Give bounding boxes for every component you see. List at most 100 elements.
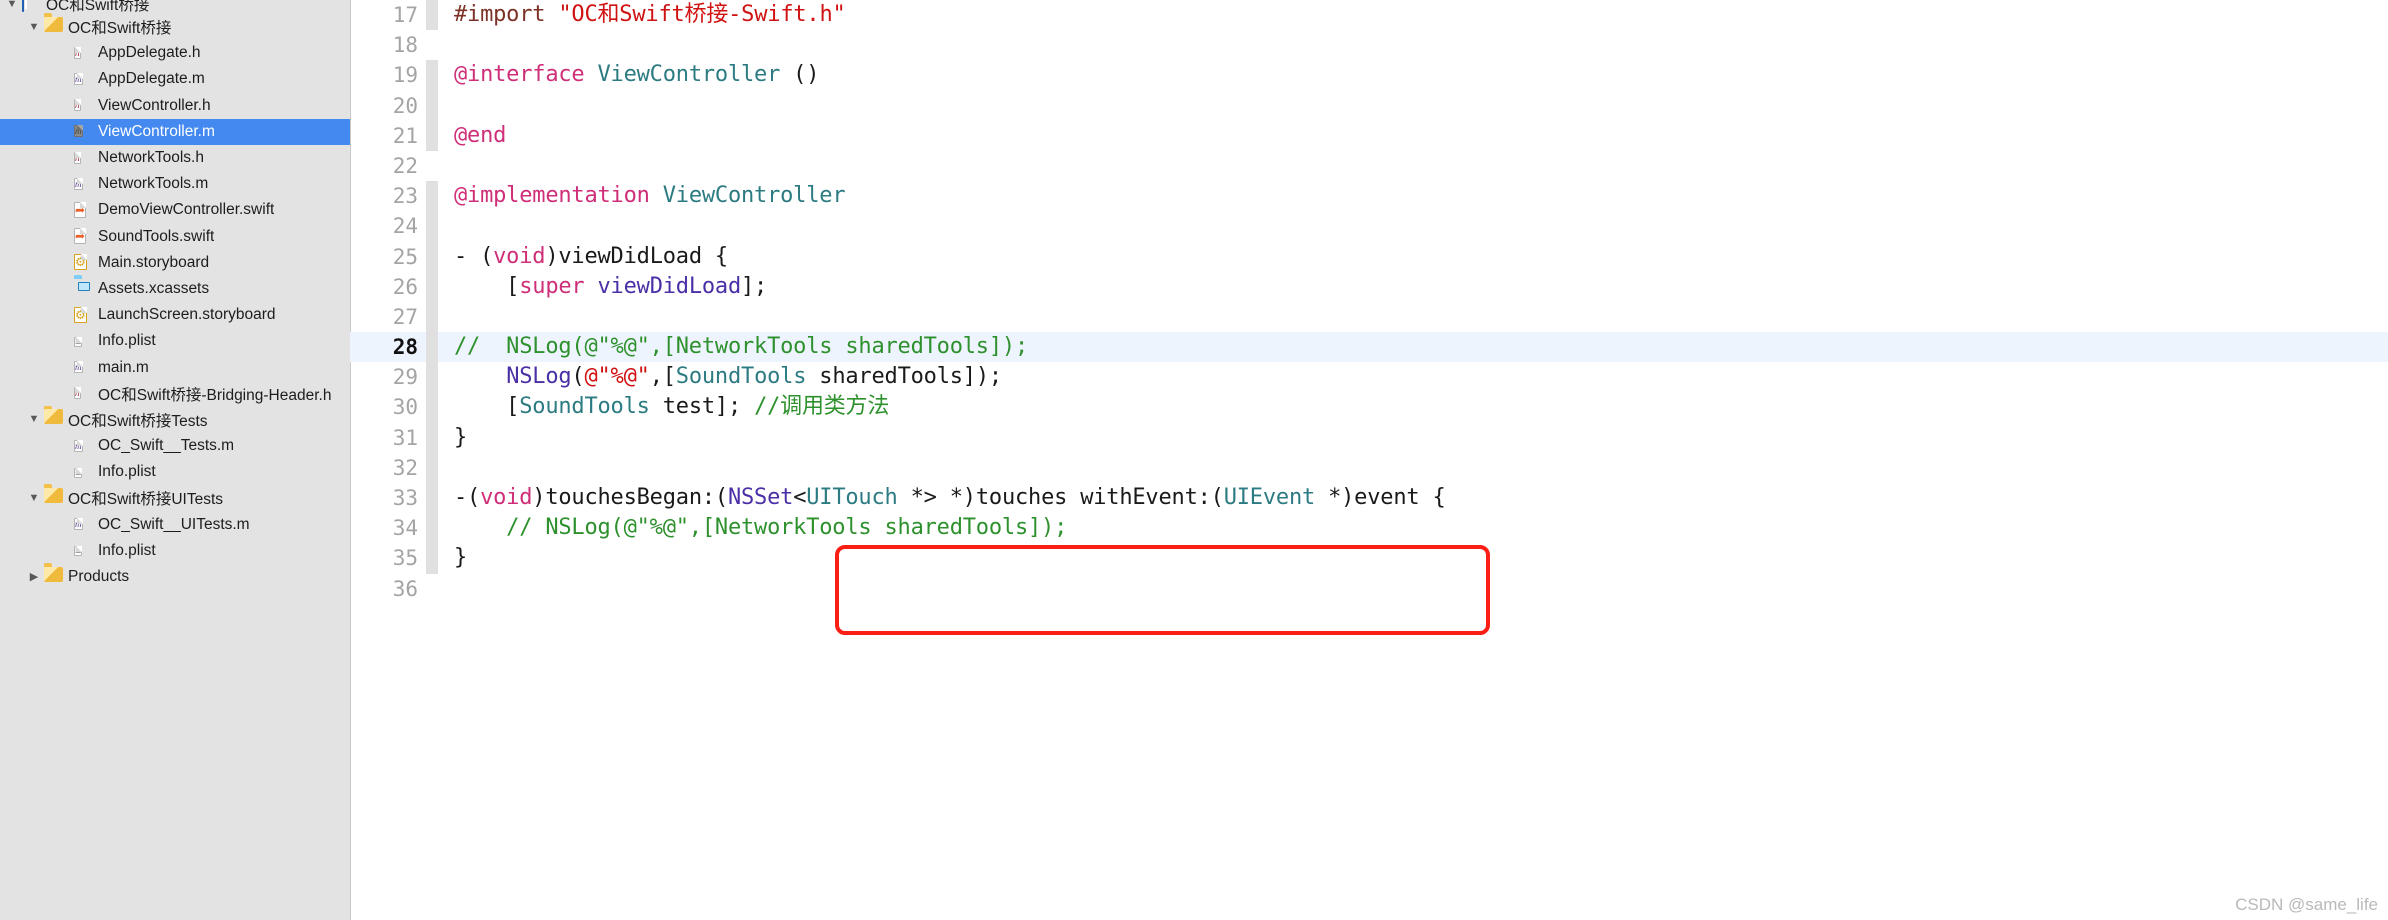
sidebar-item-ocswift-0[interactable]: ▼ OC和Swift桥接 [0, 0, 350, 14]
sidebar-item-viewcontroller.h-4[interactable]: h ViewController.h [0, 93, 350, 119]
code-fold-ribbon[interactable] [426, 422, 438, 453]
token-plain: [ [454, 394, 520, 420]
sidebar-item-label: AppDelegate.h [98, 44, 201, 62]
code-fold-ribbon[interactable] [426, 543, 438, 574]
sidebar-item-oc_swift__uitests.m-20[interactable]: m OC_Swift__UITests.m [0, 512, 350, 538]
code-fold-ribbon[interactable] [426, 301, 438, 333]
sidebar-item-ocswift-bridging-header.h-15[interactable]: h OC和Swift桥接-Bridging-Header.h [0, 381, 350, 407]
sidebar-item-products-22[interactable]: ▶ Products [0, 564, 350, 590]
sidebar-item-networktools.h-6[interactable]: h NetworkTools.h [0, 145, 350, 171]
token-str: @"%@" [584, 364, 650, 390]
project-navigator-sidebar[interactable]: ▼ OC和Swift桥接 ▼ OC和Swift桥接 h AppDelegate.h m App… [0, 0, 350, 920]
code-fold-ribbon[interactable] [426, 241, 438, 272]
code-fold-ribbon[interactable] [426, 513, 438, 544]
code-line-36[interactable]: 36 [350, 574, 2388, 604]
code-line-32[interactable]: 32 [350, 452, 2388, 483]
code-line-34[interactable]: 34 // NSLog(@"%@",[NetworkTools sharedTo… [350, 513, 2388, 544]
sidebar-item-info.plist-21[interactable]: ☰ Info.plist [0, 538, 350, 564]
code-fold-ribbon[interactable] [426, 362, 438, 393]
code-line-30[interactable]: 30 [SoundTools test]; //调用类方法 [350, 392, 2388, 423]
token-kw: super [519, 273, 585, 299]
code-fold-ribbon[interactable] [426, 60, 438, 91]
code-line-20[interactable]: 20 [350, 90, 2388, 121]
sidebar-item-ocswiftuitests-19[interactable]: ▼ OC和Swift桥接UITests [0, 485, 350, 511]
code-text[interactable]: @interface ViewController () [438, 60, 2388, 90]
code-editor[interactable]: 17 #import "OC和Swift桥接-Swift.h" 18 19 @inter… [350, 0, 2388, 920]
code-lines-container[interactable]: 17 #import "OC和Swift桥接-Swift.h" 18 19 @inter… [350, 0, 2388, 604]
sidebar-item-assets.xcassets-11[interactable]: Assets.xcassets [0, 276, 350, 302]
code-line-28[interactable]: 28 // NSLog(@"%@",[NetworkTools sharedToo… [350, 332, 2388, 363]
sidebar-item-main.storyboard-10[interactable]: ⚙ Main.storyboard [0, 250, 350, 276]
folder-icon [44, 567, 61, 588]
code-line-26[interactable]: 26 [super viewDidLoad]; [350, 271, 2388, 302]
code-line-31[interactable]: 31} [350, 422, 2388, 453]
code-text[interactable]: @implementation ViewController [438, 181, 2388, 211]
disclosure-triangle-open-icon[interactable]: ▼ [2, 0, 22, 10]
code-line-18[interactable]: 18 [350, 30, 2388, 60]
code-text[interactable]: [super viewDidLoad]; [438, 272, 2388, 302]
code-text[interactable]: - (void)viewDidLoad { [438, 242, 2388, 272]
code-text[interactable]: // NSLog(@"%@",[NetworkTools sharedTools… [438, 513, 2388, 543]
code-text[interactable]: -(void)touchesBegan:(NSSet<UITouch *> *)… [438, 483, 2388, 513]
disclosure-triangle-open-icon[interactable]: ▼ [24, 492, 44, 504]
token-plain: - ( [454, 243, 494, 269]
code-fold-ribbon[interactable] [426, 90, 438, 121]
code-fold-ribbon[interactable] [426, 574, 438, 604]
code-line-33[interactable]: 33 -(void)touchesBegan:(NSSet<UITouch *> … [350, 483, 2388, 514]
token-plain: sharedTools]); [806, 364, 1002, 390]
line-number: 29 [392, 365, 418, 390]
code-fold-ribbon[interactable] [426, 483, 438, 514]
code-fold-ribbon[interactable] [426, 452, 438, 483]
code-fold-ribbon[interactable] [426, 332, 438, 363]
sidebar-item-appdelegate.m-3[interactable]: m AppDelegate.m [0, 66, 350, 92]
sidebar-item-networktools.m-7[interactable]: m NetworkTools.m [0, 171, 350, 197]
code-line-23[interactable]: 23 @implementation ViewController [350, 181, 2388, 212]
code-line-19[interactable]: 19 @interface ViewController () [350, 60, 2388, 91]
sidebar-item-label: OC和Swift桥接 [46, 0, 150, 14]
token-plain: )viewDidLoad { [545, 243, 728, 269]
token-pre: #import [454, 2, 559, 27]
project-file-tree[interactable]: ▼ OC和Swift桥接 ▼ OC和Swift桥接 h AppDelegate.h m App… [0, 0, 350, 590]
code-text[interactable]: NSLog(@"%@",[SoundTools sharedTools]); [438, 362, 2388, 392]
sidebar-item-main.m-14[interactable]: m main.m [0, 354, 350, 380]
code-text[interactable]: // NSLog(@"%@",[NetworkTools sharedTools… [438, 332, 2388, 362]
code-line-35[interactable]: 35} [350, 543, 2388, 574]
sidebar-item-label: OC_Swift__Tests.m [98, 437, 235, 455]
code-fold-ribbon[interactable] [426, 0, 438, 31]
code-fold-ribbon[interactable] [426, 211, 438, 242]
disclosure-triangle-open-icon[interactable]: ▼ [24, 21, 44, 33]
token-type: UITouch [806, 485, 898, 510]
line-number: 28 [392, 335, 418, 360]
code-fold-ribbon[interactable] [426, 271, 438, 302]
code-line-29[interactable]: 29 NSLog(@"%@",[SoundTools sharedTools])… [350, 362, 2388, 393]
code-fold-ribbon[interactable] [426, 181, 438, 212]
code-line-17[interactable]: 17 #import "OC和Swift桥接-Swift.h" [350, 0, 2388, 31]
code-text[interactable]: [SoundTools test]; //调用类方法 [438, 392, 2388, 422]
code-line-22[interactable]: 22 [350, 151, 2388, 181]
code-fold-ribbon[interactable] [426, 151, 438, 181]
sidebar-item-label: OC和Swift桥接-Bridging-Header.h [98, 386, 332, 404]
code-line-21[interactable]: 21 @end [350, 120, 2388, 151]
code-fold-ribbon[interactable] [426, 30, 438, 60]
code-line-25[interactable]: 25 - (void)viewDidLoad { [350, 241, 2388, 272]
sidebar-item-info.plist-18[interactable]: ☰ Info.plist [0, 459, 350, 485]
disclosure-triangle-open-icon[interactable]: ▼ [24, 414, 44, 425]
sidebar-item-soundtools.swift-9[interactable]: ➦ SoundTools.swift [0, 224, 350, 250]
sidebar-item-demoviewcontroller.swift-8[interactable]: ➦ DemoViewController.swift [0, 197, 350, 223]
sidebar-item-oc_swift__tests.m-17[interactable]: m OC_Swift__Tests.m [0, 433, 350, 459]
sidebar-item-ocswift-1[interactable]: ▼ OC和Swift桥接 [0, 14, 350, 40]
code-fold-ribbon[interactable] [426, 120, 438, 151]
sidebar-item-viewcontroller.m-5[interactable]: m ViewController.m [0, 118, 350, 145]
code-text[interactable]: #import "OC和Swift桥接-Swift.h" [438, 0, 2388, 30]
sidebar-item-ocswifttests-16[interactable]: ▼ OC和Swift桥接Tests [0, 407, 350, 433]
sidebar-item-launchscreen.storyboard-12[interactable]: ⚙ LaunchScreen.storyboard [0, 302, 350, 328]
code-fold-ribbon[interactable] [426, 392, 438, 423]
code-text[interactable]: } [438, 423, 2388, 453]
disclosure-triangle-closed-icon[interactable]: ▶ [24, 571, 44, 583]
code-text[interactable]: } [438, 543, 2388, 573]
sidebar-item-info.plist-13[interactable]: ☰ Info.plist [0, 328, 350, 354]
sidebar-item-appdelegate.h-2[interactable]: h AppDelegate.h [0, 40, 350, 66]
code-line-27[interactable]: 27 [350, 301, 2388, 333]
code-text[interactable]: @end [438, 121, 2388, 151]
code-line-24[interactable]: 24 [350, 211, 2388, 242]
